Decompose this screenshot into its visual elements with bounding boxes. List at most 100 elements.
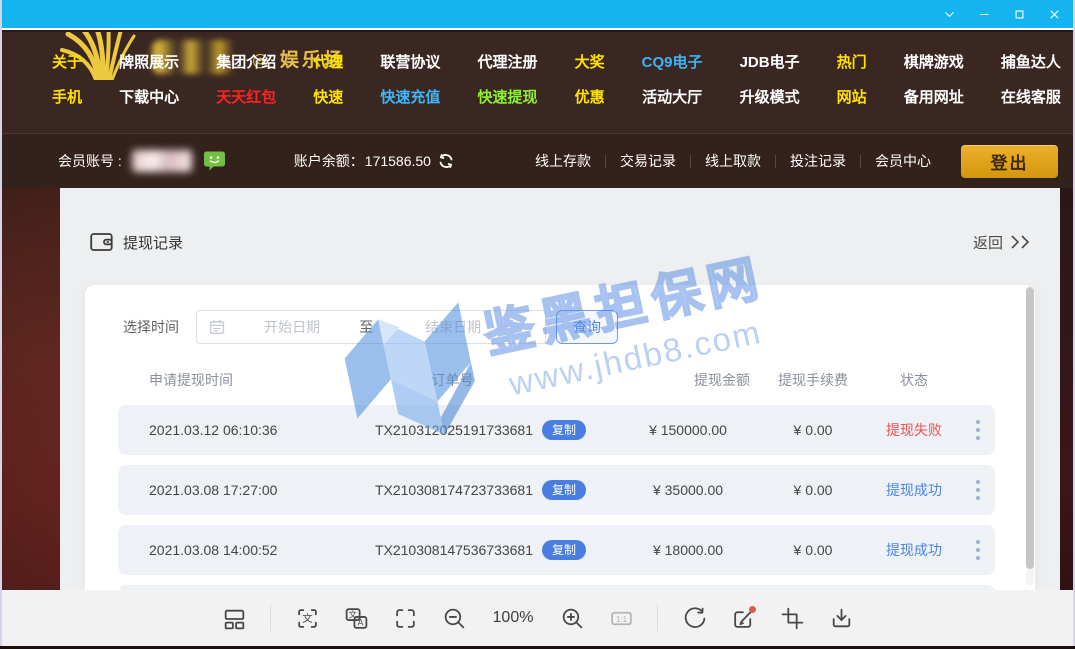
account-link[interactable]: 投注记录 — [776, 151, 860, 171]
nav-column: 代理快速 — [313, 54, 343, 107]
main-nav: 关于手机牌照展示下载中心集团介绍天天红包代理快速联营协议快速充值代理注册快速提现… — [0, 54, 1075, 107]
notification-dot — [749, 606, 756, 613]
nav-item[interactable]: 下载中心 — [119, 89, 179, 107]
query-button[interactable]: 查询 — [556, 310, 618, 344]
close-button[interactable] — [1042, 3, 1066, 25]
site-header: ◎ 娱乐场 关于手机牌照展示下载中心集团介绍天天红包代理快速联营协议快速充值代理… — [0, 32, 1075, 133]
account-links: 线上存款交易记录线上取款投注记录会员中心 登出 — [521, 145, 1075, 178]
nav-item[interactable]: 代理 — [313, 54, 343, 72]
scrollbar-thumb[interactable] — [1026, 287, 1034, 569]
nav-item[interactable]: 升级模式 — [740, 89, 800, 107]
nav-column: 热门网站 — [837, 54, 867, 107]
account-link[interactable]: 交易记录 — [606, 151, 690, 171]
chat-icon[interactable] — [202, 150, 226, 172]
nav-item[interactable]: 热门 — [837, 54, 867, 72]
vertical-scrollbar[interactable] — [1026, 287, 1034, 585]
nav-item[interactable]: 关于 — [52, 54, 82, 72]
page-title: 提现记录 — [123, 232, 183, 253]
member-account-redacted — [132, 150, 192, 172]
row-menu-icon[interactable] — [976, 420, 980, 440]
row-menu-icon[interactable] — [976, 540, 980, 560]
nav-item[interactable]: 快速 — [313, 89, 343, 107]
start-date-placeholder[interactable]: 开始日期 — [225, 317, 359, 337]
cell-order-number: TX210308174723733681 — [375, 482, 533, 498]
minimize-button[interactable] — [972, 3, 996, 25]
app-window: ◎ 娱乐场 关于手机牌照展示下载中心集团介绍天天红包代理快速联营协议快速充值代理… — [0, 0, 1075, 649]
nav-item[interactable]: 活动大厅 — [642, 89, 702, 107]
nav-item[interactable]: 代理注册 — [477, 54, 537, 72]
nav-column: CQ9电子活动大厅 — [642, 54, 703, 107]
zoom-out-icon[interactable] — [441, 605, 467, 631]
end-date-placeholder[interactable]: 结束日期 — [373, 317, 533, 337]
account-link[interactable]: 线上取款 — [691, 151, 775, 171]
nav-item[interactable]: 快速提现 — [477, 89, 537, 107]
cell-status[interactable]: 提现成功 — [886, 542, 942, 558]
cell-status[interactable]: 提现成功 — [886, 482, 942, 498]
nav-item[interactable]: 联营协议 — [380, 54, 440, 72]
balance-value: 171586.50 — [365, 153, 431, 169]
nav-item[interactable]: 棋牌游戏 — [904, 54, 964, 72]
account-link[interactable]: 线上存款 — [521, 151, 605, 171]
nav-column: 棋牌游戏备用网址 — [904, 54, 964, 107]
copy-button[interactable]: 复制 — [542, 420, 586, 440]
account-link[interactable]: 会员中心 — [861, 151, 945, 171]
nav-item[interactable]: 捕鱼达人 — [1001, 54, 1061, 72]
cell-fee: ¥ 0.00 — [758, 422, 868, 438]
cell-order-number: TX210308147536733681 — [375, 542, 533, 558]
nav-item[interactable]: 天天红包 — [216, 89, 276, 107]
rotate-icon[interactable] — [681, 605, 707, 631]
one-to-one-icon: 1:1 — [608, 605, 634, 631]
nav-column: 牌照展示下载中心 — [119, 54, 179, 107]
nav-item[interactable]: 优惠 — [575, 89, 605, 107]
edit-icon[interactable] — [730, 605, 756, 631]
nav-item[interactable]: 大奖 — [575, 54, 605, 72]
nav-item[interactable]: 集团介绍 — [216, 54, 276, 72]
column-header: 状态 — [868, 370, 960, 390]
table-body: 2021.03.12 06:10:36TX210312025191733681复… — [118, 405, 995, 590]
nav-item[interactable]: CQ9电子 — [642, 54, 703, 72]
svg-text:文: 文 — [302, 612, 313, 625]
nav-column: 联营协议快速充值 — [380, 54, 440, 107]
svg-text:A: A — [357, 617, 363, 627]
panels-icon[interactable] — [221, 605, 247, 631]
date-to-label: 至 — [359, 317, 373, 337]
nav-item[interactable]: 牌照展示 — [119, 54, 179, 72]
separator — [270, 605, 271, 631]
copy-button[interactable]: 复制 — [542, 480, 586, 500]
titlebar-controls — [937, 3, 1075, 25]
zoom-in-icon[interactable] — [559, 605, 585, 631]
translate-icon[interactable]: 文A — [343, 605, 369, 631]
member-account-label: 会员账号 : — [58, 151, 122, 171]
account-bar: 会员账号 : 账户余额：171586.50 线上存款交易记录线上取款投注记录会员… — [0, 133, 1075, 188]
svg-text:1:1: 1:1 — [616, 615, 627, 624]
refresh-balance-icon[interactable] — [438, 153, 454, 169]
chevron-down-button[interactable] — [937, 3, 961, 25]
row-menu-icon[interactable] — [976, 480, 980, 500]
nav-item[interactable]: 手机 — [52, 89, 82, 107]
nav-item[interactable]: 网站 — [837, 89, 867, 107]
nav-item[interactable]: 备用网址 — [904, 89, 964, 107]
fullscreen-icon[interactable] — [392, 605, 418, 631]
crop-icon[interactable] — [779, 605, 805, 631]
date-range-input[interactable]: 开始日期 至 结束日期 — [196, 310, 546, 344]
nav-column: 代理注册快速提现 — [477, 54, 537, 107]
ocr-icon[interactable]: 文 — [294, 605, 320, 631]
column-header: 订单号 — [315, 370, 590, 390]
cell-order-number: TX210312025191733681 — [375, 422, 533, 438]
cell-amount: ¥ 18000.00 — [618, 542, 758, 558]
balance-label: 账户余额： — [294, 151, 364, 171]
cell-status[interactable]: 提现失败 — [886, 422, 942, 438]
nav-item[interactable]: 在线客服 — [1001, 89, 1061, 107]
nav-item[interactable]: 快速充值 — [380, 89, 440, 107]
cell-request-time: 2021.03.08 17:27:00 — [118, 482, 343, 498]
maximize-button[interactable] — [1007, 3, 1031, 25]
copy-button[interactable]: 复制 — [542, 540, 586, 560]
back-link[interactable]: 返回 — [973, 232, 1032, 253]
window-border-left — [0, 0, 2, 649]
cell-fee: ¥ 0.00 — [758, 482, 868, 498]
logout-button[interactable]: 登出 — [961, 145, 1058, 178]
nav-item[interactable]: JDB电子 — [740, 54, 800, 72]
image-toolbar: 文文A100%1:1 — [0, 590, 1075, 646]
withdraw-records-card: 选择时间 开始日期 至 结束日期 查询 申请提现时间订单号提现金额提现手续费状态 — [85, 285, 1035, 590]
download-icon[interactable] — [828, 605, 854, 631]
